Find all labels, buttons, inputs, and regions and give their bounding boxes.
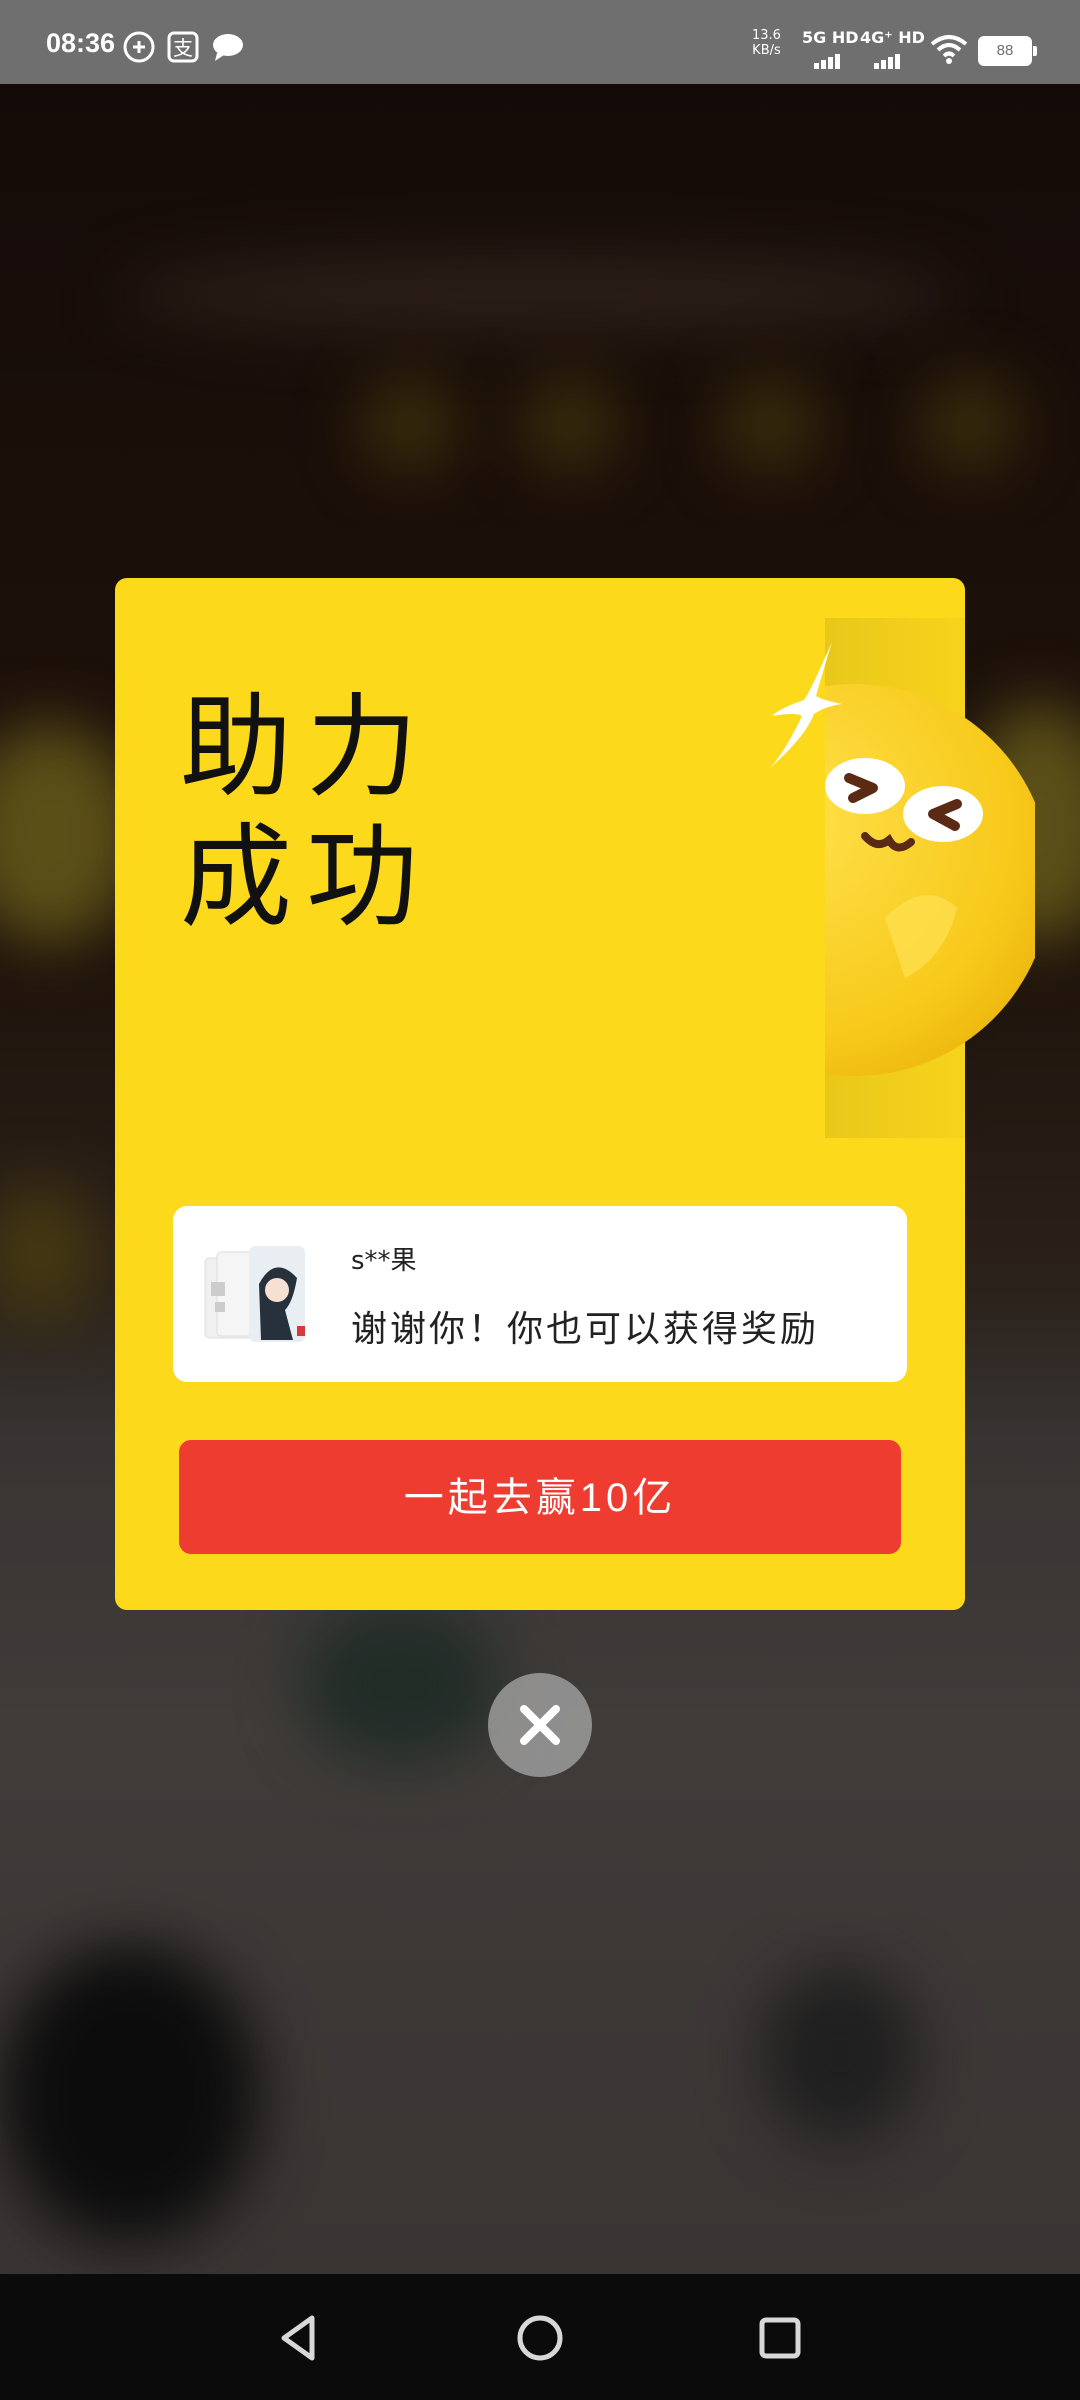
- sparkle-icon: [762, 640, 842, 770]
- network-speed-unit: KB/s: [752, 43, 781, 58]
- dialog-title-line2: 成功: [180, 813, 432, 943]
- network-speed: 13.6 KB/s: [752, 28, 781, 58]
- go-win-button[interactable]: 一起去赢10亿: [179, 1440, 901, 1554]
- emoji-mascot: [825, 618, 1035, 1138]
- signal-1-label: 5G HD: [802, 28, 859, 47]
- dialog-title: 助力 成功: [180, 683, 432, 943]
- status-time: 08:36: [46, 28, 116, 58]
- avatar: [201, 1244, 311, 1348]
- signal-2-label: 4G⁺ HD: [860, 28, 925, 47]
- back-icon[interactable]: [274, 2312, 326, 2364]
- close-button[interactable]: [488, 1673, 592, 1777]
- signal-1-bars-icon: [814, 50, 842, 69]
- message-card: s**果 谢谢你！你也可以获得奖励: [173, 1206, 907, 1382]
- recents-icon[interactable]: [754, 2312, 806, 2364]
- svg-text:支: 支: [173, 36, 193, 60]
- home-icon[interactable]: [514, 2312, 566, 2364]
- alipay-icon: 支: [167, 31, 199, 63]
- status-bar: 08:36 支 13.6 KB/s 5G HD 4G⁺ HD 88: [0, 0, 1080, 84]
- navigation-bar: [0, 2274, 1080, 2400]
- signal-2-bars-icon: [874, 50, 902, 69]
- plus-circle-icon: [123, 31, 155, 63]
- network-speed-value: 13.6: [752, 28, 781, 43]
- thank-you-message: 谢谢你！你也可以获得奖励: [351, 1309, 820, 1350]
- close-icon: [520, 1705, 560, 1745]
- wifi-icon: [930, 34, 968, 66]
- user-name: s**果: [351, 1246, 417, 1276]
- battery-icon: 88: [978, 36, 1037, 66]
- message-icon: [211, 31, 243, 63]
- dialog-title-line1: 助力: [180, 683, 432, 813]
